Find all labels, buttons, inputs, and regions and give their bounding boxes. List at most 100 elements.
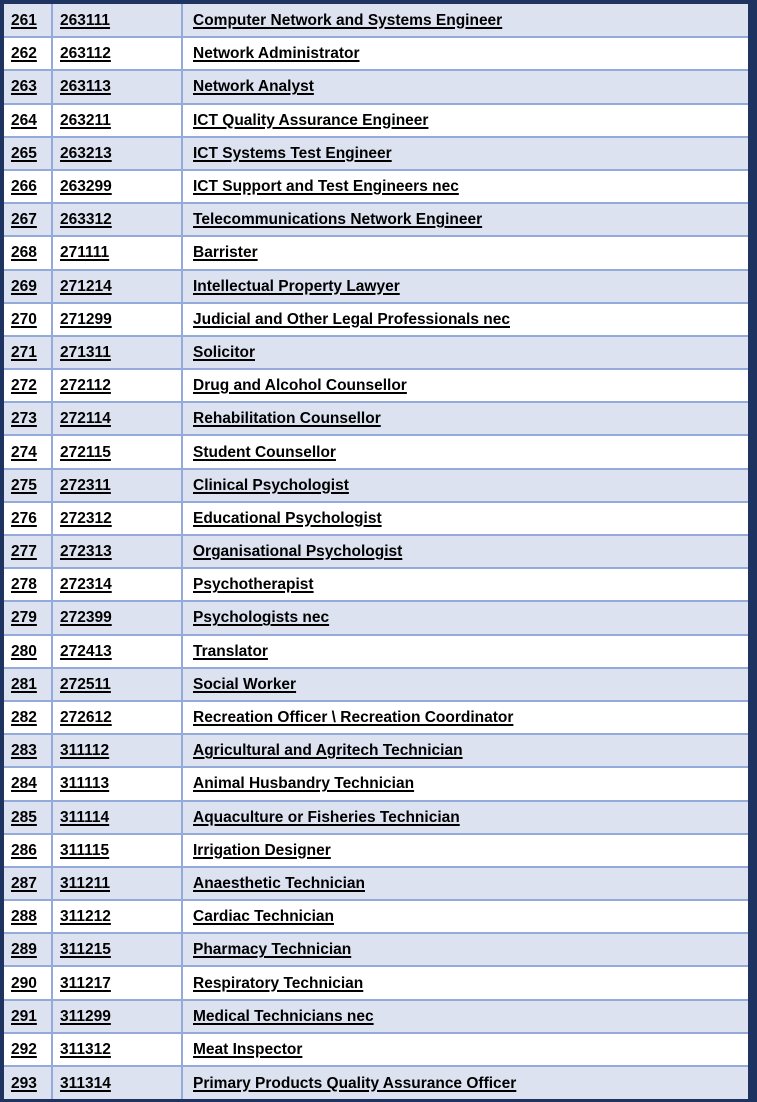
table-row[interactable]: 289 311215 Pharmacy Technician [4, 933, 748, 968]
table-row[interactable]: 291 311299 Medical Technicians nec [4, 999, 748, 1034]
anzsco-code-cell[interactable]: 263211 [52, 103, 183, 138]
row-index-cell[interactable]: 275 [4, 468, 53, 503]
occupation-title-cell[interactable]: Cardiac Technician [182, 900, 748, 935]
table-row[interactable]: 290 311217 Respiratory Technician [4, 966, 748, 1001]
occupation-title-cell[interactable]: Intellectual Property Lawyer [182, 269, 748, 304]
table-row[interactable]: 274 272115 Student Counsellor [4, 435, 748, 470]
anzsco-code-cell[interactable]: 272399 [52, 601, 183, 636]
row-index-cell[interactable]: 279 [4, 601, 53, 636]
anzsco-code-cell[interactable]: 272413 [52, 634, 183, 669]
row-index-cell[interactable]: 284 [4, 767, 53, 802]
table-row[interactable]: 286 311115 Irrigation Designer [4, 833, 748, 868]
anzsco-code-cell[interactable]: 271311 [52, 335, 183, 371]
table-row[interactable]: 270 271299 Judicial and Other Legal Profes… [4, 302, 748, 337]
anzsco-code-cell[interactable]: 311211 [52, 866, 183, 902]
table-row[interactable]: 264 263211 ICT Quality Assurance Engineer [4, 103, 748, 138]
occupation-title-cell[interactable]: Translator [182, 634, 748, 669]
occupation-title-cell[interactable]: Respiratory Technician [182, 966, 748, 1001]
occupation-title-cell[interactable]: Animal Husbandry Technician [182, 767, 748, 802]
anzsco-code-cell[interactable]: 311113 [52, 767, 183, 802]
anzsco-code-cell[interactable]: 263299 [52, 169, 183, 205]
table-row[interactable]: 288 311212 Cardiac Technician [4, 900, 748, 935]
anzsco-code-cell[interactable]: 311112 [52, 734, 183, 769]
table-row[interactable]: 278 272314 Psychotherapist [4, 568, 748, 603]
table-row[interactable]: 283 311112 Agricultural and Agritech Techn… [4, 734, 748, 769]
anzsco-code-cell[interactable]: 311217 [52, 966, 183, 1001]
row-index-cell[interactable]: 286 [4, 833, 53, 868]
table-row[interactable]: 280 272413 Translator [4, 634, 748, 669]
anzsco-code-cell[interactable]: 272612 [52, 700, 183, 736]
occupation-title-cell[interactable]: ICT Systems Test Engineer [182, 136, 748, 171]
table-row[interactable]: 281 272511 Social Worker [4, 667, 748, 702]
occupation-title-cell[interactable]: Drug and Alcohol Counsellor [182, 369, 748, 404]
occupation-title-cell[interactable]: Solicitor [182, 335, 748, 371]
occupation-title-cell[interactable]: Meat Inspector [182, 1032, 748, 1068]
anzsco-code-cell[interactable]: 271214 [52, 269, 183, 304]
occupation-title-cell[interactable]: Aquaculture or Fisheries Technician [182, 800, 748, 835]
occupation-title-cell[interactable]: Judicial and Other Legal Professionals n… [182, 302, 748, 337]
table-row[interactable]: 287 311211 Anaesthetic Technician [4, 866, 748, 902]
anzsco-code-cell[interactable]: 263312 [52, 203, 183, 238]
table-row[interactable]: 262 263112 Network Administrator [4, 37, 748, 72]
table-row[interactable]: 271 271311 Solicitor [4, 335, 748, 371]
occupation-title-cell[interactable]: Computer Network and Systems Engineer [182, 4, 748, 39]
anzsco-code-cell[interactable]: 272311 [52, 468, 183, 503]
occupation-title-cell[interactable]: ICT Quality Assurance Engineer [182, 103, 748, 138]
anzsco-code-cell[interactable]: 263213 [52, 136, 183, 171]
table-row[interactable]: 275 272311 Clinical Psychologist [4, 468, 748, 503]
occupation-title-cell[interactable]: Anaesthetic Technician [182, 866, 748, 902]
table-row[interactable]: 282 272612 Recreation Officer \ Recreation… [4, 700, 748, 736]
table-row[interactable]: 267 263312 Telecommunications Network Engi… [4, 203, 748, 238]
table-row[interactable]: 272 272112 Drug and Alcohol Counsellor [4, 369, 748, 404]
table-row[interactable]: 279 272399 Psychologists nec [4, 601, 748, 636]
table-row[interactable]: 293 311314 Primary Products Quality Assura… [4, 1066, 748, 1100]
row-index-cell[interactable]: 276 [4, 501, 53, 537]
table-row[interactable]: 263 263113 Network Analyst [4, 70, 748, 105]
occupation-title-cell[interactable]: Irrigation Designer [182, 833, 748, 868]
anzsco-code-cell[interactable]: 263112 [52, 37, 183, 72]
anzsco-code-cell[interactable]: 311115 [52, 833, 183, 868]
table-row[interactable]: 265 263213 ICT Systems Test Engineer [4, 136, 748, 171]
row-index-cell[interactable]: 280 [4, 634, 53, 669]
row-index-cell[interactable]: 270 [4, 302, 53, 337]
row-index-cell[interactable]: 289 [4, 933, 53, 968]
row-index-cell[interactable]: 265 [4, 136, 53, 171]
occupation-title-cell[interactable]: Social Worker [182, 667, 748, 702]
row-index-cell[interactable]: 266 [4, 169, 53, 205]
row-index-cell[interactable]: 285 [4, 800, 53, 835]
row-index-cell[interactable]: 281 [4, 667, 53, 702]
anzsco-code-cell[interactable]: 311215 [52, 933, 183, 968]
row-index-cell[interactable]: 290 [4, 966, 53, 1001]
anzsco-code-cell[interactable]: 272112 [52, 369, 183, 404]
table-row[interactable]: 277 272313 Organisational Psychologist [4, 535, 748, 570]
anzsco-code-cell[interactable]: 263111 [52, 4, 183, 39]
anzsco-code-cell[interactable]: 272115 [52, 435, 183, 470]
anzsco-code-cell[interactable]: 311314 [52, 1066, 183, 1100]
occupation-title-cell[interactable]: Organisational Psychologist [182, 535, 748, 570]
row-index-cell[interactable]: 268 [4, 236, 53, 271]
row-index-cell[interactable]: 274 [4, 435, 53, 470]
occupation-title-cell[interactable]: Clinical Psychologist [182, 468, 748, 503]
occupation-title-cell[interactable]: ICT Support and Test Engineers nec [182, 169, 748, 205]
table-row[interactable]: 273 272114 Rehabilitation Counsellor [4, 402, 748, 437]
row-index-cell[interactable]: 271 [4, 335, 53, 371]
occupation-title-cell[interactable]: Psychologists nec [182, 601, 748, 636]
occupation-title-cell[interactable]: Telecommunications Network Engineer [182, 203, 748, 238]
occupation-title-cell[interactable]: Rehabilitation Counsellor [182, 402, 748, 437]
row-index-cell[interactable]: 283 [4, 734, 53, 769]
row-index-cell[interactable]: 291 [4, 999, 53, 1034]
anzsco-code-cell[interactable]: 272312 [52, 501, 183, 537]
table-row[interactable]: 292 311312 Meat Inspector [4, 1032, 748, 1068]
occupation-title-cell[interactable]: Primary Products Quality Assurance Offic… [182, 1066, 748, 1100]
row-index-cell[interactable]: 282 [4, 700, 53, 736]
anzsco-code-cell[interactable]: 311299 [52, 999, 183, 1034]
row-index-cell[interactable]: 269 [4, 269, 53, 304]
occupation-title-cell[interactable]: Student Counsellor [182, 435, 748, 470]
occupation-title-cell[interactable]: Educational Psychologist [182, 501, 748, 537]
occupation-title-cell[interactable]: Barrister [182, 236, 748, 271]
row-index-cell[interactable]: 267 [4, 203, 53, 238]
row-index-cell[interactable]: 287 [4, 866, 53, 902]
anzsco-code-cell[interactable]: 272511 [52, 667, 183, 702]
row-index-cell[interactable]: 272 [4, 369, 53, 404]
anzsco-code-cell[interactable]: 311312 [52, 1032, 183, 1068]
